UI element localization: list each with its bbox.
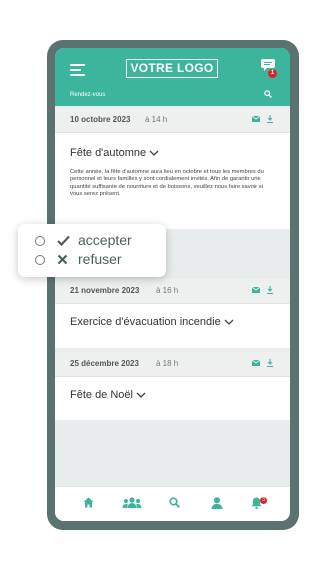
search-icon[interactable] (169, 497, 180, 508)
app-header: VOTRE LOGO 1 Rendez-vous (55, 48, 290, 106)
notification-badge: 3 (260, 497, 267, 504)
event-date: 10 octobre 2023 (70, 115, 131, 124)
accept-radio[interactable] (35, 236, 45, 246)
download-icon[interactable] (267, 115, 273, 123)
profile-icon[interactable] (211, 497, 223, 509)
event-time: à 16 h (156, 286, 179, 295)
refuse-radio[interactable] (35, 255, 45, 265)
event-time: à 18 h (156, 359, 179, 368)
close-icon (57, 254, 68, 265)
event-date: 21 novembre 2023 (70, 286, 140, 295)
chevron-down-icon (149, 150, 159, 157)
bottom-nav: 3 (55, 486, 290, 521)
group-icon[interactable] (122, 497, 142, 509)
event-date-row: 25 décembre 2023 à 18 h (55, 352, 290, 377)
event-card[interactable]: Exercice d'évacuation incendie (55, 304, 290, 348)
event-card[interactable]: Fête de Noël (55, 377, 290, 420)
mail-icon[interactable] (252, 287, 260, 293)
chat-badge: 1 (268, 69, 277, 78)
chevron-down-icon (136, 392, 146, 399)
event-title[interactable]: Fête de Noël (70, 389, 146, 401)
event-description: Cette année, la fête d'automne aura lieu… (70, 169, 264, 197)
menu-icon[interactable] (70, 64, 86, 77)
event-card[interactable]: Fête d'automne Cette année, la fête d'au… (55, 133, 290, 229)
event-title[interactable]: Fête d'automne (70, 147, 159, 159)
event-date-row: 21 novembre 2023 à 16 h (55, 279, 290, 304)
logo: VOTRE LOGO (126, 59, 218, 78)
check-icon (57, 235, 70, 246)
mail-icon[interactable] (252, 116, 260, 122)
event-date-row: 10 octobre 2023 à 14 h (55, 108, 290, 133)
search-icon[interactable] (264, 90, 272, 98)
mail-icon[interactable] (252, 360, 260, 366)
event-time: à 14 h (145, 115, 168, 124)
rsvp-popup: accepter refuser (18, 224, 166, 277)
accept-label[interactable]: accepter (78, 232, 132, 248)
event-title[interactable]: Exercice d'évacuation incendie (70, 316, 234, 328)
home-icon[interactable] (83, 497, 94, 508)
download-icon[interactable] (267, 286, 273, 294)
download-icon[interactable] (267, 359, 273, 367)
event-date: 25 décembre 2023 (70, 359, 139, 368)
chevron-down-icon (224, 319, 234, 326)
refuse-label[interactable]: refuser (78, 251, 122, 267)
section-label: Rendez-vous (70, 92, 106, 98)
app-screen: VOTRE LOGO 1 Rendez-vous 10 octobre 2023… (55, 48, 290, 521)
